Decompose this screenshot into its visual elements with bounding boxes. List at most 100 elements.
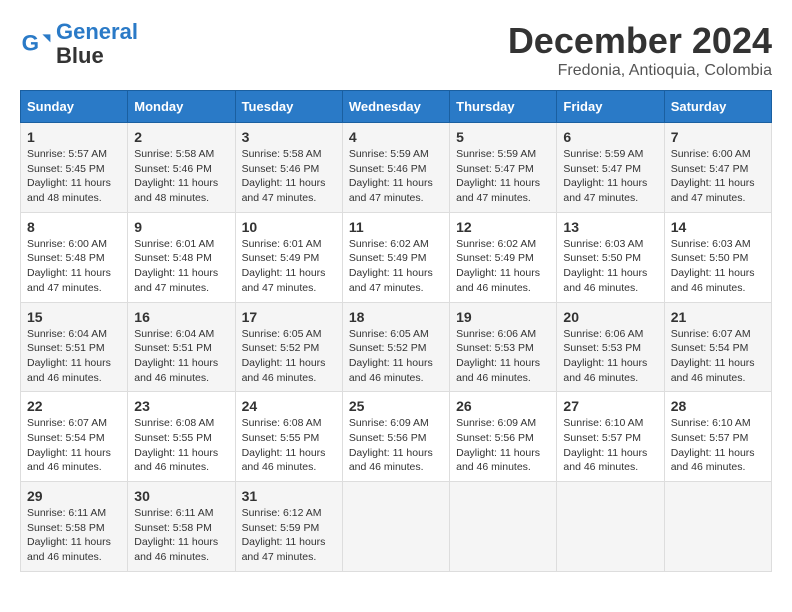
- day-number: 13: [563, 219, 657, 235]
- sunrise-sunset-text: Sunrise: 5:58 AMSunset: 5:46 PMDaylight:…: [242, 147, 336, 206]
- logo: G General Blue: [20, 20, 138, 68]
- sunrise-sunset-text: Sunrise: 6:08 AMSunset: 5:55 PMDaylight:…: [242, 416, 336, 475]
- sunrise-sunset-text: Sunrise: 6:04 AMSunset: 5:51 PMDaylight:…: [134, 327, 228, 386]
- calendar-header-row: SundayMondayTuesdayWednesdayThursdayFrid…: [21, 91, 772, 123]
- calendar-cell: 16 Sunrise: 6:04 AMSunset: 5:51 PMDayligh…: [128, 302, 235, 392]
- calendar-cell: 8Sunrise: 6:00 AMSunset: 5:48 PMDaylight…: [21, 212, 128, 302]
- calendar-cell: 31 Sunrise: 6:12 AMSunset: 5:59 PMDayligh…: [235, 482, 342, 572]
- calendar-cell: [342, 482, 449, 572]
- calendar-cell: 25 Sunrise: 6:09 AMSunset: 5:56 PMDayligh…: [342, 392, 449, 482]
- calendar-cell: 22 Sunrise: 6:07 AMSunset: 5:54 PMDayligh…: [21, 392, 128, 482]
- day-number: 27: [563, 398, 657, 414]
- sunrise-sunset-text: Sunrise: 6:05 AMSunset: 5:52 PMDaylight:…: [349, 327, 443, 386]
- day-number: 16: [134, 309, 228, 325]
- calendar-week-row: 1 Sunrise: 5:57 AMSunset: 5:45 PMDaylight…: [21, 123, 772, 213]
- sunrise-sunset-text: Sunrise: 6:01 AMSunset: 5:49 PMDaylight:…: [242, 237, 336, 296]
- sunrise-sunset-text: Sunrise: 6:10 AMSunset: 5:57 PMDaylight:…: [671, 416, 765, 475]
- calendar-week-row: 15 Sunrise: 6:04 AMSunset: 5:51 PMDayligh…: [21, 302, 772, 392]
- calendar-cell: 19Sunrise: 6:06 AMSunset: 5:53 PMDayligh…: [450, 302, 557, 392]
- day-number: 29: [27, 488, 121, 504]
- sunrise-sunset-text: Sunrise: 6:11 AMSunset: 5:58 PMDaylight:…: [27, 506, 121, 565]
- day-header-sunday: Sunday: [21, 91, 128, 123]
- calendar-cell: 27Sunrise: 6:10 AMSunset: 5:57 PMDayligh…: [557, 392, 664, 482]
- calendar-cell: 5Sunrise: 5:59 AMSunset: 5:47 PMDaylight…: [450, 123, 557, 213]
- logo-text: General Blue: [56, 20, 138, 68]
- day-header-tuesday: Tuesday: [235, 91, 342, 123]
- calendar-cell: 1 Sunrise: 5:57 AMSunset: 5:45 PMDaylight…: [21, 123, 128, 213]
- day-number: 26: [456, 398, 550, 414]
- calendar-cell: [664, 482, 771, 572]
- calendar-cell: 9 Sunrise: 6:01 AMSunset: 5:48 PMDaylight…: [128, 212, 235, 302]
- day-number: 1: [27, 129, 121, 145]
- day-number: 30: [134, 488, 228, 504]
- svg-text:G: G: [22, 31, 39, 56]
- day-number: 2: [134, 129, 228, 145]
- day-number: 9: [134, 219, 228, 235]
- day-number: 4: [349, 129, 443, 145]
- calendar-cell: [557, 482, 664, 572]
- calendar-week-row: 29 Sunrise: 6:11 AMSunset: 5:58 PMDayligh…: [21, 482, 772, 572]
- sunrise-sunset-text: Sunrise: 5:58 AMSunset: 5:46 PMDaylight:…: [134, 147, 228, 206]
- day-number: 6: [563, 129, 657, 145]
- day-number: 28: [671, 398, 765, 414]
- day-number: 25: [349, 398, 443, 414]
- day-header-wednesday: Wednesday: [342, 91, 449, 123]
- calendar-cell: 3 Sunrise: 5:58 AMSunset: 5:46 PMDaylight…: [235, 123, 342, 213]
- calendar-cell: 24 Sunrise: 6:08 AMSunset: 5:55 PMDayligh…: [235, 392, 342, 482]
- sunrise-sunset-text: Sunrise: 5:59 AMSunset: 5:47 PMDaylight:…: [563, 147, 657, 206]
- calendar-cell: 28 Sunrise: 6:10 AMSunset: 5:57 PMDayligh…: [664, 392, 771, 482]
- sunrise-sunset-text: Sunrise: 5:59 AMSunset: 5:46 PMDaylight:…: [349, 147, 443, 206]
- day-number: 5: [456, 129, 550, 145]
- calendar-cell: 11Sunrise: 6:02 AMSunset: 5:49 PMDayligh…: [342, 212, 449, 302]
- calendar-cell: 6 Sunrise: 5:59 AMSunset: 5:47 PMDaylight…: [557, 123, 664, 213]
- calendar-cell: 21Sunrise: 6:07 AMSunset: 5:54 PMDayligh…: [664, 302, 771, 392]
- sunrise-sunset-text: Sunrise: 6:04 AMSunset: 5:51 PMDaylight:…: [27, 327, 121, 386]
- day-number: 7: [671, 129, 765, 145]
- sunrise-sunset-text: Sunrise: 6:06 AMSunset: 5:53 PMDaylight:…: [456, 327, 550, 386]
- sunrise-sunset-text: Sunrise: 6:01 AMSunset: 5:48 PMDaylight:…: [134, 237, 228, 296]
- calendar-cell: 20Sunrise: 6:06 AMSunset: 5:53 PMDayligh…: [557, 302, 664, 392]
- calendar-cell: 30Sunrise: 6:11 AMSunset: 5:58 PMDayligh…: [128, 482, 235, 572]
- sunrise-sunset-text: Sunrise: 6:07 AMSunset: 5:54 PMDaylight:…: [27, 416, 121, 475]
- sunrise-sunset-text: Sunrise: 6:09 AMSunset: 5:56 PMDaylight:…: [349, 416, 443, 475]
- day-number: 31: [242, 488, 336, 504]
- title-section: December 2024 Fredonia, Antioquia, Colom…: [508, 20, 772, 80]
- day-number: 14: [671, 219, 765, 235]
- sunrise-sunset-text: Sunrise: 6:00 AMSunset: 5:48 PMDaylight:…: [27, 237, 121, 296]
- sunrise-sunset-text: Sunrise: 6:12 AMSunset: 5:59 PMDaylight:…: [242, 506, 336, 565]
- calendar-cell: 17Sunrise: 6:05 AMSunset: 5:52 PMDayligh…: [235, 302, 342, 392]
- calendar-cell: 13 Sunrise: 6:03 AMSunset: 5:50 PMDayligh…: [557, 212, 664, 302]
- sunrise-sunset-text: Sunrise: 6:03 AMSunset: 5:50 PMDaylight:…: [563, 237, 657, 296]
- day-number: 22: [27, 398, 121, 414]
- day-number: 23: [134, 398, 228, 414]
- day-number: 10: [242, 219, 336, 235]
- day-header-thursday: Thursday: [450, 91, 557, 123]
- day-header-monday: Monday: [128, 91, 235, 123]
- sunrise-sunset-text: Sunrise: 6:08 AMSunset: 5:55 PMDaylight:…: [134, 416, 228, 475]
- day-number: 3: [242, 129, 336, 145]
- calendar-cell: 12 Sunrise: 6:02 AMSunset: 5:49 PMDayligh…: [450, 212, 557, 302]
- day-number: 15: [27, 309, 121, 325]
- calendar-table: SundayMondayTuesdayWednesdayThursdayFrid…: [20, 90, 772, 572]
- calendar-cell: 4 Sunrise: 5:59 AMSunset: 5:46 PMDaylight…: [342, 123, 449, 213]
- day-number: 21: [671, 309, 765, 325]
- header: G General Blue December 2024 Fredonia, A…: [20, 20, 772, 80]
- calendar-week-row: 22 Sunrise: 6:07 AMSunset: 5:54 PMDayligh…: [21, 392, 772, 482]
- calendar-cell: 23 Sunrise: 6:08 AMSunset: 5:55 PMDayligh…: [128, 392, 235, 482]
- day-number: 17: [242, 309, 336, 325]
- sunrise-sunset-text: Sunrise: 6:02 AMSunset: 5:49 PMDaylight:…: [349, 237, 443, 296]
- calendar-cell: 2 Sunrise: 5:58 AMSunset: 5:46 PMDaylight…: [128, 123, 235, 213]
- calendar-cell: 15 Sunrise: 6:04 AMSunset: 5:51 PMDayligh…: [21, 302, 128, 392]
- logo-icon: G: [20, 28, 52, 60]
- day-header-friday: Friday: [557, 91, 664, 123]
- sunrise-sunset-text: Sunrise: 5:57 AMSunset: 5:45 PMDaylight:…: [27, 147, 121, 206]
- calendar-cell: 18Sunrise: 6:05 AMSunset: 5:52 PMDayligh…: [342, 302, 449, 392]
- calendar-cell: 14Sunrise: 6:03 AMSunset: 5:50 PMDayligh…: [664, 212, 771, 302]
- calendar-cell: 29 Sunrise: 6:11 AMSunset: 5:58 PMDayligh…: [21, 482, 128, 572]
- sunrise-sunset-text: Sunrise: 6:02 AMSunset: 5:49 PMDaylight:…: [456, 237, 550, 296]
- main-title: December 2024: [508, 20, 772, 62]
- calendar-week-row: 8Sunrise: 6:00 AMSunset: 5:48 PMDaylight…: [21, 212, 772, 302]
- day-number: 12: [456, 219, 550, 235]
- day-header-saturday: Saturday: [664, 91, 771, 123]
- day-number: 24: [242, 398, 336, 414]
